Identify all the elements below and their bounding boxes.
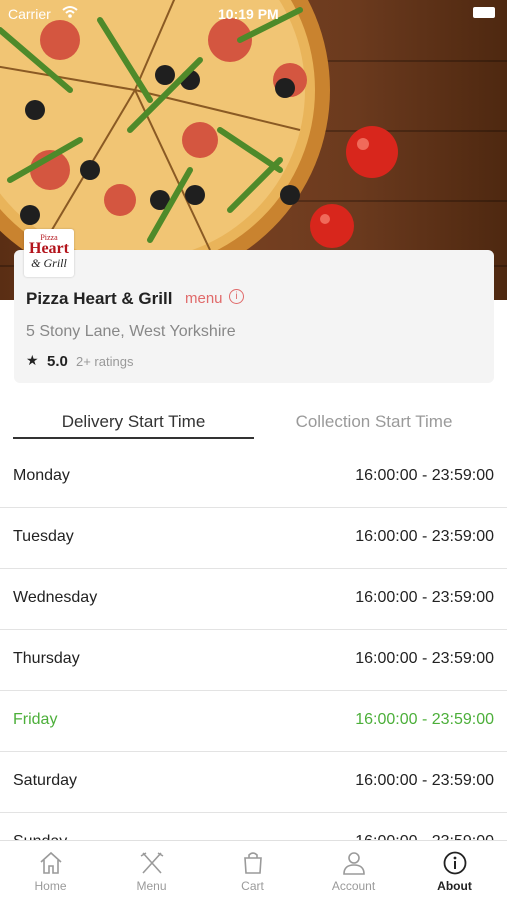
day-label: Saturday — [13, 772, 78, 789]
day-label: Tuesday — [13, 528, 74, 545]
hours-label: 16:00:00 - 23:59:00 — [355, 650, 494, 667]
schedule-row: Saturday 16:00:00 - 23:59:00 — [0, 752, 507, 813]
tab-menu-label: Menu — [136, 879, 167, 893]
status-time: 10:19 PM — [218, 6, 279, 22]
tab-delivery-start-time[interactable]: Delivery Start Time — [13, 412, 254, 432]
tab-home-label: Home — [34, 879, 67, 893]
status-bar: Carrier 10:19 PM — [0, 0, 507, 28]
tab-about-label: About — [437, 879, 472, 893]
info-icon — [443, 851, 466, 875]
hours-label: 16:00:00 - 23:59:00 — [355, 772, 494, 789]
tab-cart[interactable]: Cart — [202, 841, 303, 901]
schedule-row: Thursday 16:00:00 - 23:59:00 — [0, 630, 507, 691]
info-icon[interactable]: i — [229, 289, 244, 304]
carrier-label: Carrier — [8, 6, 51, 22]
hours-label: 16:00:00 - 23:59:00 — [355, 589, 494, 606]
menu-link[interactable]: menu — [185, 290, 223, 307]
hours-label: 16:00:00 - 23:59:00 — [355, 528, 494, 545]
battery-icon — [473, 7, 495, 18]
tab-cart-label: Cart — [241, 879, 264, 893]
restaurant-logo: Pizza Heart & Grill — [24, 229, 74, 277]
restaurant-address: 5 Stony Lane, West Yorkshire — [26, 323, 236, 340]
fork-knife-icon — [140, 852, 163, 874]
hours-label: 16:00:00 - 23:59:00 — [355, 711, 494, 728]
hours-label: 16:00:00 - 23:59:00 — [355, 467, 494, 484]
restaurant-name: Pizza Heart & Grill — [26, 289, 173, 308]
tab-collection-start-time[interactable]: Collection Start Time — [254, 412, 494, 432]
schedule-row: Monday 16:00:00 - 23:59:00 — [0, 447, 507, 508]
tab-account-label: Account — [331, 879, 376, 893]
home-icon — [39, 851, 62, 874]
day-label: Friday — [13, 711, 58, 728]
day-label: Thursday — [13, 650, 80, 667]
wifi-icon — [62, 6, 78, 18]
bag-icon — [243, 852, 262, 874]
tab-home[interactable]: Home — [0, 841, 101, 901]
active-tab-indicator — [13, 437, 254, 439]
schedule-row: Tuesday 16:00:00 - 23:59:00 — [0, 508, 507, 569]
tab-about[interactable]: About — [404, 841, 505, 901]
ratings-count: 2+ ratings — [76, 354, 134, 369]
schedule-row: Wednesday 16:00:00 - 23:59:00 — [0, 569, 507, 630]
day-label: Monday — [13, 467, 70, 484]
person-icon — [342, 852, 365, 875]
logo-text-bottom: & Grill — [31, 256, 67, 270]
tab-account[interactable]: Account — [303, 841, 404, 901]
rating-value: 5.0 — [47, 353, 68, 370]
logo-text-main: Heart — [29, 240, 69, 257]
day-label: Wednesday — [13, 589, 98, 606]
star-icon: ★ — [26, 352, 39, 368]
tab-menu[interactable]: Menu — [101, 841, 202, 901]
schedule-row-today: Friday 16:00:00 - 23:59:00 — [0, 691, 507, 752]
bottom-tab-bar: Home Menu Cart Account About — [0, 840, 507, 901]
